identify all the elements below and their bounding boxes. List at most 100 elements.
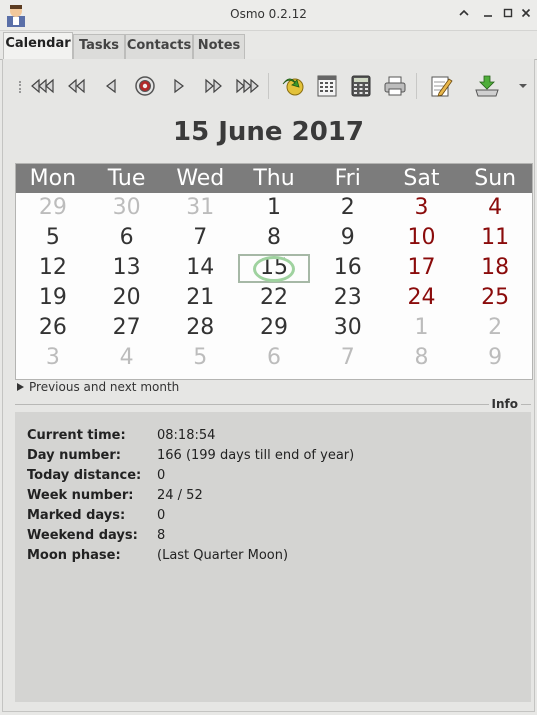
tab-contacts[interactable]: Contacts: [125, 34, 193, 59]
day-cell[interactable]: 20: [90, 283, 164, 313]
prev-month-icon[interactable]: [64, 73, 90, 99]
day-cell[interactable]: 8: [385, 343, 459, 373]
weekday-label: Sun: [474, 166, 517, 191]
info-key: Day number:: [27, 448, 121, 463]
toolbar-separator: [416, 73, 417, 99]
weekday-label: Tue: [107, 166, 146, 191]
day-cell[interactable]: 1: [237, 193, 311, 223]
day-cell[interactable]: 1: [385, 313, 459, 343]
calendar-week: 26 27 28 29 30 1 2: [16, 313, 532, 343]
info-key: Current time:: [27, 428, 126, 443]
info-value: 08:18:54: [157, 428, 216, 443]
calendar-week: 5 6 7 8 9 10 11: [16, 223, 532, 253]
calendar-week: 3 4 5 6 7 8 9: [16, 343, 532, 373]
next-month-icon[interactable]: [200, 73, 226, 99]
info-value: 166 (199 days till end of year): [157, 448, 355, 463]
weekday-label: Mon: [29, 166, 77, 191]
day-cell[interactable]: 8: [237, 223, 311, 253]
today-icon[interactable]: [132, 73, 158, 99]
day-cell[interactable]: 23: [311, 283, 385, 313]
page-title: 15 June 2017: [173, 117, 364, 147]
title-bar: Osmo 0.2.12: [0, 0, 537, 31]
info-key: Week number:: [27, 488, 134, 503]
weekday-label: Sat: [403, 166, 440, 191]
info-key: Weekend days:: [27, 528, 138, 543]
next-day-icon[interactable]: [166, 73, 192, 99]
calendar-week: 29 30 31 1 2 3 4: [16, 193, 532, 223]
next-year-icon[interactable]: [234, 73, 260, 99]
day-cell[interactable]: 12: [16, 253, 90, 283]
more-icon[interactable]: [510, 73, 536, 99]
weekday-label: Thu: [253, 166, 295, 191]
tab-tasks[interactable]: Tasks: [73, 34, 125, 59]
day-cell[interactable]: 2: [458, 313, 532, 343]
day-cell[interactable]: 4: [90, 343, 164, 373]
day-cell[interactable]: 27: [90, 313, 164, 343]
calendar-pane: 15 June 2017 Mon Tue Wed Thu Fri Sat Sun…: [2, 59, 535, 712]
expander-arrow-icon: [17, 383, 24, 391]
day-cell[interactable]: 21: [163, 283, 237, 313]
day-cell[interactable]: 10: [385, 223, 459, 253]
info-panel: Current time: 08:18:54 Day number: 166 (…: [15, 412, 531, 702]
toolbar-separator: [268, 73, 269, 99]
day-cell[interactable]: 6: [237, 343, 311, 373]
maximize-icon[interactable]: [500, 7, 516, 23]
edit-note-icon[interactable]: [428, 73, 454, 99]
info-value: 24 / 52: [157, 488, 203, 503]
tab-notes[interactable]: Notes: [193, 34, 245, 59]
rollup-icon[interactable]: [456, 7, 472, 23]
day-cell[interactable]: 2: [311, 193, 385, 223]
day-cell[interactable]: 13: [90, 253, 164, 283]
toolbar-grip[interactable]: [19, 81, 25, 93]
day-cell[interactable]: 11: [458, 223, 532, 253]
day-cell[interactable]: 30: [90, 193, 164, 223]
day-cell[interactable]: 4: [458, 193, 532, 223]
day-cell[interactable]: 9: [458, 343, 532, 373]
day-cell[interactable]: 29: [16, 193, 90, 223]
day-cell[interactable]: 6: [90, 223, 164, 253]
day-cell[interactable]: 25: [458, 283, 532, 313]
day-cell[interactable]: 5: [16, 223, 90, 253]
day-cell[interactable]: 14: [163, 253, 237, 283]
day-cell[interactable]: 28: [163, 313, 237, 343]
prev-day-icon[interactable]: [98, 73, 124, 99]
day-cell[interactable]: 29: [237, 313, 311, 343]
day-cell[interactable]: 3: [16, 343, 90, 373]
info-value: (Last Quarter Moon): [157, 548, 289, 563]
calendar-info-icon[interactable]: [314, 73, 340, 99]
day-cell[interactable]: 16: [311, 253, 385, 283]
day-cell[interactable]: 19: [16, 283, 90, 313]
day-cell[interactable]: 7: [311, 343, 385, 373]
day-cell[interactable]: 9: [311, 223, 385, 253]
calendar-grid[interactable]: Mon Tue Wed Thu Fri Sat Sun 29 30 31 1 2…: [15, 163, 533, 380]
calendar-week: 19 20 21 22 23 24 25: [16, 283, 532, 313]
day-cell[interactable]: 24: [385, 283, 459, 313]
weekday-label: Wed: [176, 166, 225, 191]
day-cell[interactable]: 17: [385, 253, 459, 283]
day-cell[interactable]: 31: [163, 193, 237, 223]
day-cell[interactable]: 7: [163, 223, 237, 253]
close-icon[interactable]: [518, 7, 534, 23]
tab-calendar[interactable]: Calendar: [3, 32, 73, 61]
minimize-icon[interactable]: [480, 7, 496, 23]
day-cell[interactable]: 3: [385, 193, 459, 223]
export-icon[interactable]: [474, 73, 500, 99]
day-cell[interactable]: 30: [311, 313, 385, 343]
day-cell[interactable]: 26: [16, 313, 90, 343]
calculator-icon[interactable]: [348, 73, 374, 99]
weekday-header: Mon Tue Wed Thu Fri Sat Sun: [16, 164, 532, 193]
day-cell[interactable]: 5: [163, 343, 237, 373]
print-icon[interactable]: [382, 73, 408, 99]
info-key: Today distance:: [27, 468, 142, 483]
info-frame: Info Current time: 08:18:54 Day number: …: [15, 397, 531, 705]
prev-year-icon[interactable]: [30, 73, 56, 99]
toolbar: [15, 67, 533, 105]
day-cell[interactable]: 22: [237, 283, 311, 313]
info-key: Marked days:: [27, 508, 126, 523]
info-key: Moon phase:: [27, 548, 121, 563]
expander-label: Previous and next month: [29, 380, 180, 394]
prev-next-month-expander[interactable]: Previous and next month: [17, 380, 179, 394]
day-cell[interactable]: 18: [458, 253, 532, 283]
day-cell-today[interactable]: 15: [237, 253, 311, 283]
jump-to-date-icon[interactable]: [280, 73, 306, 99]
